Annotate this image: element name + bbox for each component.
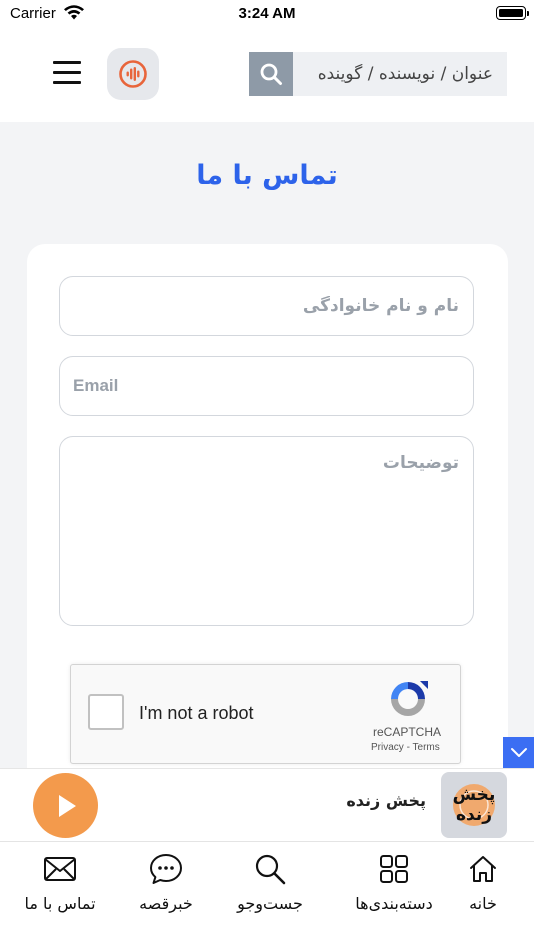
chat-icon	[150, 854, 182, 884]
recaptcha-privacy-link[interactable]: Privacy	[371, 742, 404, 753]
recaptcha-brand: reCAPTCHA	[373, 725, 442, 739]
grid-icon	[380, 855, 408, 883]
svg-text:زنده: زنده	[456, 805, 492, 825]
battery-icon	[496, 6, 529, 20]
search-icon	[260, 63, 282, 85]
recaptcha-checkbox[interactable]	[88, 694, 124, 730]
search-icon	[255, 854, 286, 885]
nav-label-contact: تماس با ما	[24, 894, 96, 913]
contact-form-card: I'm not a robot reCAPTCHA Privacy - Term…	[27, 244, 508, 804]
scroll-down-button[interactable]	[503, 737, 534, 768]
live-player-bar: پخش زنده پخش زنده	[0, 768, 534, 841]
search-submit-button[interactable]	[249, 52, 293, 96]
page-title: تماس با ما	[196, 160, 338, 191]
nav-label-news: خبرقصه	[139, 894, 193, 913]
home-icon	[470, 856, 496, 882]
app-logo-button[interactable]	[107, 48, 159, 100]
recaptcha-label: I'm not a robot	[139, 703, 254, 723]
play-icon	[58, 794, 76, 817]
mail-icon	[44, 857, 76, 881]
nav-item-contact[interactable]: تماس با ما	[5, 842, 115, 932]
search-box	[249, 52, 507, 96]
recaptcha-links-separator: -	[403, 742, 413, 753]
email-field[interactable]	[59, 356, 474, 416]
nav-item-categories[interactable]: دسته‌بندی‌ها	[339, 842, 449, 932]
play-button[interactable]	[33, 773, 98, 838]
recaptcha-widget: I'm not a robot reCAPTCHA Privacy - Term…	[70, 664, 461, 764]
recaptcha-terms-link[interactable]: Terms	[413, 742, 440, 753]
nav-item-news[interactable]: خبرقصه	[111, 842, 221, 932]
recaptcha-links: Privacy - Terms	[371, 742, 440, 753]
app-header	[0, 30, 534, 122]
status-bar: Carrier 3:24 AM	[0, 0, 534, 30]
full-name-field[interactable]	[59, 276, 474, 336]
recaptcha-logo-icon	[391, 681, 428, 716]
player-title: پخش زنده	[346, 791, 426, 810]
clock-label: 3:24 AM	[238, 5, 296, 22]
nav-item-search[interactable]: جست‌وجو	[215, 842, 325, 932]
svg-text:پخش: پخش	[453, 785, 496, 805]
live-stream-logo[interactable]: پخش زنده	[441, 772, 507, 838]
hamburger-menu-button[interactable]	[53, 59, 83, 87]
search-input[interactable]	[293, 52, 507, 96]
bottom-navigation: خانه دسته‌بندی‌ها جست‌وجو	[0, 841, 534, 950]
description-field[interactable]	[59, 436, 474, 626]
chevron-down-icon	[510, 747, 527, 757]
live-stream-logo-image: پخش زنده	[453, 784, 496, 826]
nav-label-search: جست‌وجو	[237, 894, 303, 913]
audio-wave-icon	[119, 60, 147, 88]
nav-label-categories: دسته‌بندی‌ها	[355, 894, 433, 913]
